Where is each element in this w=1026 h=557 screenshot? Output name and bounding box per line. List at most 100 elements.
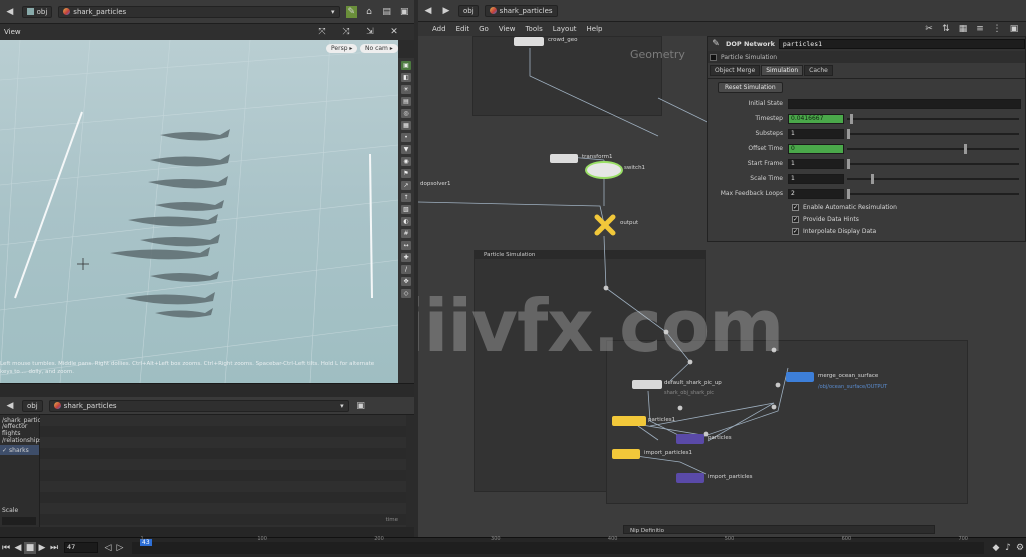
param-value-field[interactable]: 0 <box>788 143 844 154</box>
bone-icon[interactable]: / <box>401 265 411 274</box>
param-slider[interactable] <box>847 188 1019 199</box>
param-slider[interactable] <box>847 143 1019 154</box>
dots-icon[interactable]: ⋮ <box>991 23 1003 35</box>
node-particles[interactable] <box>676 434 704 444</box>
camera-menu[interactable]: Persp ▸ <box>326 44 358 53</box>
point-icon[interactable]: • <box>401 133 411 142</box>
handle-icon[interactable]: ⤨ <box>340 26 352 38</box>
pane-divider[interactable] <box>0 383 414 397</box>
link-icon[interactable]: ⌂ <box>363 6 375 18</box>
param-value-field[interactable]: 1 <box>788 158 844 169</box>
slider-knob[interactable] <box>847 128 850 139</box>
menu-help[interactable]: Help <box>587 25 603 33</box>
tree-item[interactable]: /relationships <box>0 435 42 445</box>
slider-knob[interactable] <box>847 158 850 169</box>
light-icon[interactable]: ☀ <box>401 85 411 94</box>
scale-field[interactable] <box>2 517 36 525</box>
grid-icon[interactable]: ▦ <box>957 23 969 35</box>
param-slider[interactable] <box>847 158 1019 169</box>
timeline-scrubber[interactable]: 43 1 100 200 300 400 500 600 700 <box>132 536 984 554</box>
snap-grid-icon[interactable]: ▦ <box>401 121 411 130</box>
measure-icon[interactable]: ↔ <box>401 241 411 250</box>
snap-icon[interactable]: ⤧ <box>316 26 328 38</box>
initial-state-field[interactable] <box>788 98 1021 109</box>
node-particles1[interactable] <box>612 416 646 426</box>
menu-tools[interactable]: Tools <box>525 25 542 33</box>
param-slider[interactable] <box>847 173 1019 184</box>
node-import-particles1[interactable] <box>612 449 640 459</box>
back-arrow-icon[interactable]: ◀ <box>422 5 434 17</box>
key-icon[interactable]: ◆ <box>990 542 1002 554</box>
check-data-hints[interactable]: ✓ Provide Data Hints <box>708 213 1025 225</box>
shade-icon[interactable]: ◐ <box>401 217 411 226</box>
param-value-field[interactable]: 1 <box>788 173 844 184</box>
menu-add[interactable]: Add <box>432 25 446 33</box>
wrench-icon[interactable]: ✂ <box>923 23 935 35</box>
frame-field[interactable]: 47 <box>64 542 98 553</box>
channel-graph[interactable]: time <box>40 415 406 527</box>
next-key-icon[interactable]: ▷ <box>114 542 126 554</box>
tree-item[interactable]: /effector flights <box>0 423 39 437</box>
play-icon[interactable]: ▶ <box>36 542 48 554</box>
slider-knob[interactable] <box>847 188 850 199</box>
node-name-field[interactable]: particles1 <box>778 39 1025 49</box>
menu-view[interactable]: View <box>499 25 516 33</box>
extra-icon[interactable]: ◇ <box>401 289 411 298</box>
node-output-icon[interactable] <box>594 214 616 236</box>
param-slider[interactable] <box>847 128 1019 139</box>
jump-start-icon[interactable]: ⏮ <box>0 542 12 554</box>
reset-simulation-button[interactable]: Reset Simulation <box>718 82 783 93</box>
layout-icon[interactable]: ⇅ <box>940 23 952 35</box>
vector-icon[interactable]: ↑ <box>401 193 411 202</box>
viewport-tab[interactable]: View <box>4 28 21 36</box>
marker-icon[interactable]: ▼ <box>401 145 411 154</box>
ghost-icon[interactable]: ◎ <box>401 109 411 118</box>
path-node[interactable]: shark_particles ▾ <box>58 5 340 18</box>
list-icon[interactable]: ≡ <box>974 23 986 35</box>
3d-viewport[interactable]: Persp ▸ No cam ▸ Left mouse tumbles. Mid… <box>0 40 398 383</box>
path-node[interactable]: shark_particles <box>484 4 558 17</box>
pin-icon[interactable]: ✎ <box>345 5 358 18</box>
display-icon[interactable]: ▣ <box>401 61 411 70</box>
menu-go[interactable]: Go <box>479 25 489 33</box>
maximize-icon[interactable]: ▣ <box>398 6 410 18</box>
node-import-particles[interactable] <box>676 473 704 483</box>
node-default-shark[interactable] <box>632 380 662 389</box>
back-arrow-icon[interactable]: ◀ <box>4 400 16 412</box>
forward-arrow-icon[interactable]: ▶ <box>440 5 452 17</box>
param-value-field[interactable]: 1 <box>788 128 844 139</box>
normals-icon[interactable]: ↗ <box>401 181 411 190</box>
split-icon[interactable]: ▤ <box>381 6 393 18</box>
tab-cache[interactable]: Cache <box>804 65 833 76</box>
handle-tool-icon[interactable]: ✥ <box>401 277 411 286</box>
check-auto-resim[interactable]: ✓ Enable Automatic Resimulation <box>708 201 1025 213</box>
slider-knob[interactable] <box>850 113 854 124</box>
texture-icon[interactable]: ▧ <box>401 205 411 214</box>
no-cam-menu[interactable]: No cam ▸ <box>360 44 398 53</box>
path-root[interactable]: obj <box>22 399 43 412</box>
tab-object-merge[interactable]: Object Merge <box>710 65 761 76</box>
prev-key-icon[interactable]: ◁ <box>102 542 114 554</box>
back-arrow-icon[interactable]: ◀ <box>4 6 16 18</box>
path-node[interactable]: shark_particles ▾ <box>48 399 349 412</box>
stop-icon[interactable]: ■ <box>24 541 36 554</box>
audio-icon[interactable]: ♪ <box>1002 542 1014 554</box>
check-interpolate[interactable]: ✓ Interpolate Display Data <box>708 225 1025 237</box>
param-value-field[interactable]: 0.0416667 <box>788 113 844 124</box>
jump-end-icon[interactable]: ⏭ <box>48 542 60 554</box>
sim-enable-checkbox[interactable] <box>710 53 717 61</box>
menu-edit[interactable]: Edit <box>456 25 470 33</box>
path-root[interactable]: obj <box>458 4 479 17</box>
tree-item-selected[interactable]: ✓ sharks <box>0 445 39 455</box>
maximize-icon[interactable]: ▣ <box>1008 23 1020 35</box>
node-switch1[interactable] <box>587 163 621 177</box>
node-crowd-geo[interactable] <box>514 37 544 46</box>
grid-icon[interactable]: # <box>401 229 411 238</box>
slider-knob[interactable] <box>963 143 967 154</box>
camera-icon[interactable]: ◉ <box>401 157 411 166</box>
slider-knob[interactable] <box>871 173 875 184</box>
node-transform1[interactable] <box>550 154 578 163</box>
lock-icon[interactable]: ▤ <box>401 97 411 106</box>
maximize-icon[interactable]: ▣ <box>355 400 367 412</box>
menu-layout[interactable]: Layout <box>553 25 577 33</box>
